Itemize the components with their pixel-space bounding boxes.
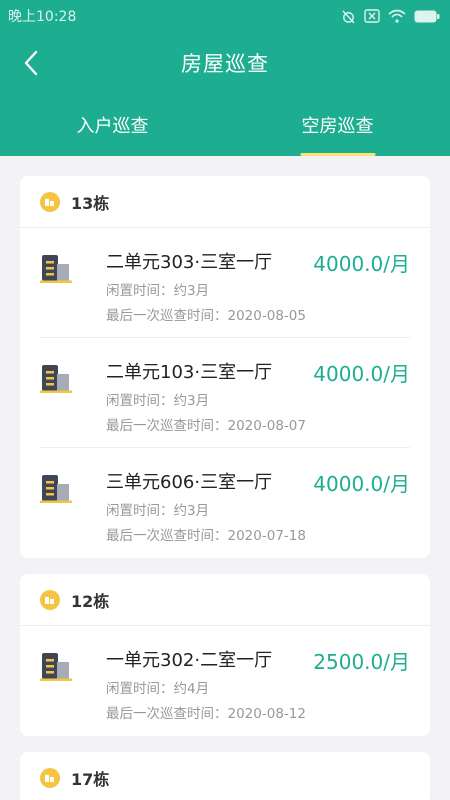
building-name: 13栋: [71, 193, 110, 213]
building-icon: [40, 653, 72, 681]
house-item[interactable]: 二单元303·三室一厅 闲置时间：约3月 最后一次巡查时间：2020-08-05…: [40, 228, 410, 338]
sim-off-icon: [364, 9, 380, 23]
house-item[interactable]: 二单元103·三室一厅 闲置时间：约3月 最后一次巡查时间：2020-08-07…: [40, 338, 410, 448]
house-last-inspection: 最后一次巡查时间：2020-08-05: [106, 308, 306, 324]
house-idle-time: 闲置时间：约3月: [106, 503, 210, 519]
house-last-inspection: 最后一次巡查时间：2020-08-12: [106, 706, 306, 722]
building-icon: [40, 365, 72, 393]
house-price: 2500.0/月: [313, 650, 410, 674]
building-header: 17栋: [20, 752, 430, 800]
tab-vacant-inspection[interactable]: 空房巡查: [225, 94, 450, 156]
building-card: 13栋 二单元303·三室一厅 闲置时间：约3月 最后一次巡查时间：2020-0…: [20, 176, 430, 558]
navbar: 房屋巡查: [0, 32, 450, 94]
tab-bar: 入户巡查 空房巡查: [0, 94, 450, 156]
chevron-left-icon: [24, 50, 38, 76]
tab-household-inspection[interactable]: 入户巡查: [0, 94, 225, 156]
alarm-off-icon: [341, 9, 356, 24]
house-idle-time: 闲置时间：约3月: [106, 283, 210, 299]
header: 晚上10:28 房屋巡查 入户巡查 空房巡查: [0, 0, 450, 156]
house-last-inspection: 最后一次巡查时间：2020-07-18: [106, 528, 306, 544]
wifi-icon: [388, 9, 406, 23]
building-coin-icon: [40, 767, 60, 788]
building-coin-icon: [40, 589, 60, 610]
house-name: 一单元302·二室一厅: [106, 650, 273, 671]
page-title: 房屋巡查: [181, 52, 269, 76]
building-icon: [40, 475, 72, 503]
battery-icon: [414, 10, 440, 23]
house-price: 4000.0/月: [313, 472, 410, 496]
house-idle-time: 闲置时间：约4月: [106, 681, 210, 697]
house-last-inspection: 最后一次巡查时间：2020-08-07: [106, 418, 306, 434]
building-list: 13栋 二单元303·三室一厅 闲置时间：约3月 最后一次巡查时间：2020-0…: [0, 156, 450, 800]
house-item[interactable]: 三单元606·三室一厅 闲置时间：约3月 最后一次巡查时间：2020-07-18…: [40, 448, 410, 558]
building-coin-icon: [40, 191, 60, 212]
building-name: 12栋: [71, 591, 110, 611]
status-time: 晚上10:28: [8, 9, 77, 25]
building-header: 12栋: [20, 574, 430, 626]
back-button[interactable]: [18, 50, 44, 76]
building-header: 13栋: [20, 176, 430, 228]
house-idle-time: 闲置时间：约3月: [106, 393, 210, 409]
house-price: 4000.0/月: [313, 252, 410, 276]
house-name: 二单元303·三室一厅: [106, 252, 273, 273]
house-name: 三单元606·三室一厅: [106, 472, 273, 493]
building-name: 17栋: [71, 769, 110, 789]
house-item[interactable]: 一单元302·二室一厅 闲置时间：约4月 最后一次巡查时间：2020-08-12…: [40, 626, 410, 736]
house-name: 二单元103·三室一厅: [106, 362, 273, 383]
building-icon: [40, 255, 72, 283]
building-card: 17栋: [20, 752, 430, 800]
building-card: 12栋 一单元302·二室一厅 闲置时间：约4月 最后一次巡查时间：2020-0…: [20, 574, 430, 736]
house-price: 4000.0/月: [313, 362, 410, 386]
status-bar: 晚上10:28: [0, 0, 450, 32]
